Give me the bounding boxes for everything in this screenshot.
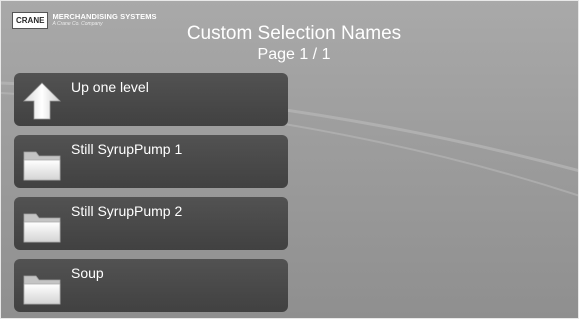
- folder-item-still-syruppump-2[interactable]: Still SyrupPump 2: [14, 197, 288, 250]
- folder-icon: [23, 275, 61, 305]
- page-indicator: Page 1 / 1: [257, 46, 331, 63]
- item-label-up-one-level: Up one level: [71, 79, 149, 95]
- item-label-still-syruppump-2: Still SyrupPump 2: [71, 203, 183, 219]
- folder-item-still-syruppump-1[interactable]: Still SyrupPump 1: [14, 135, 288, 188]
- crane-logo: CRANE MERCHANDISING SYSTEMS A Crane Co. …: [12, 12, 157, 29]
- page-title: Custom Selection Names: [186, 23, 402, 44]
- up-arrow-icon: [23, 82, 61, 120]
- selection-screen: CRANE MERCHANDISING SYSTEMS A Crane Co. …: [0, 0, 579, 319]
- logo-brand: CRANE: [12, 12, 49, 29]
- up-one-level-button[interactable]: Up one level: [14, 73, 288, 126]
- item-label-soup: Soup: [71, 265, 104, 281]
- folder-icon: [23, 213, 61, 243]
- folder-item-soup[interactable]: Soup: [14, 259, 288, 312]
- item-label-still-syruppump-1: Still SyrupPump 1: [71, 141, 183, 157]
- folder-icon: [23, 151, 61, 181]
- logo-company-name: MERCHANDISING SYSTEMS: [52, 12, 157, 21]
- logo-tagline: A Crane Co. Company: [52, 21, 103, 27]
